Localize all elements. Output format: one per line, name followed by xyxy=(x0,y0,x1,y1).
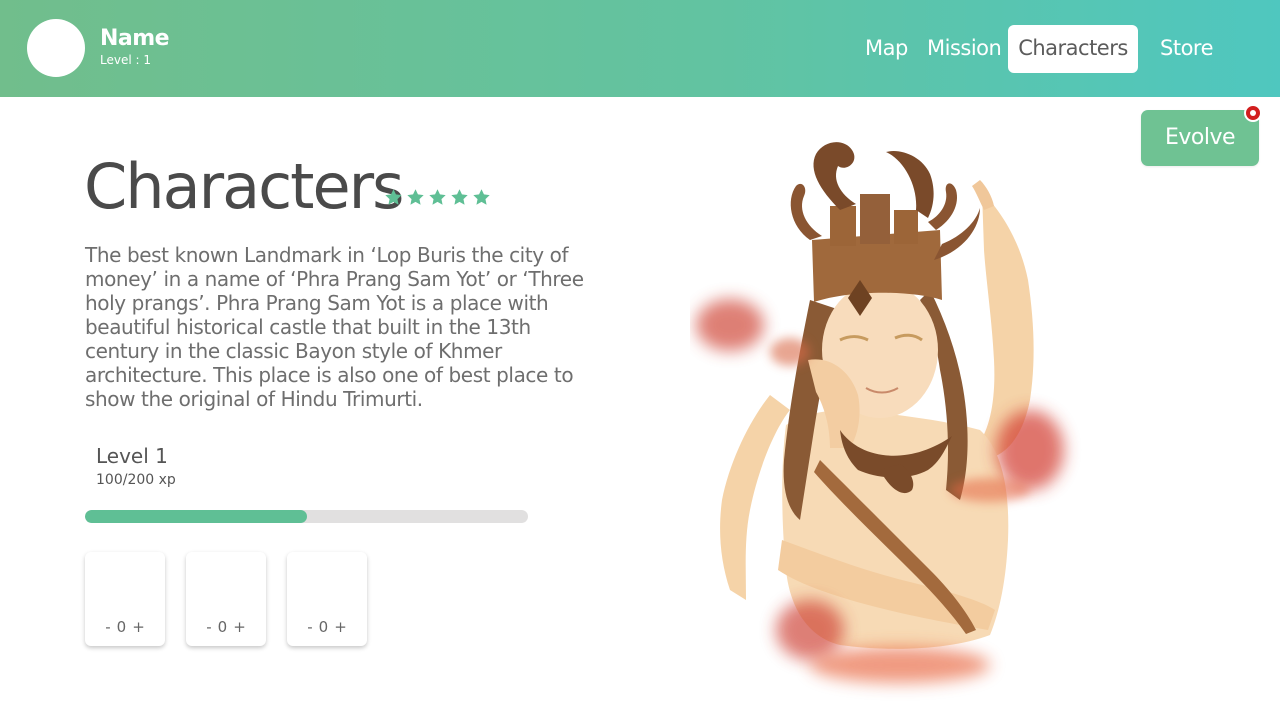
nav-map[interactable]: Map xyxy=(865,25,908,73)
avatar[interactable] xyxy=(27,19,85,77)
stat-card: - 0 + xyxy=(186,552,266,646)
star-icon xyxy=(451,189,468,205)
star-icon xyxy=(407,189,424,205)
top-bar: Name Level : 1 Map Mission Characters St… xyxy=(0,0,1280,97)
stat-stepper: - 0 + xyxy=(186,618,266,636)
notification-dot-icon xyxy=(1244,104,1262,122)
xp-label: 100/200 xp xyxy=(96,472,176,488)
nav-store[interactable]: Store xyxy=(1160,25,1214,73)
increment-button[interactable]: + xyxy=(132,618,145,636)
stat-stepper: - 0 + xyxy=(85,618,165,636)
evolve-button[interactable]: Evolve xyxy=(1141,110,1259,166)
stat-stepper: - 0 + xyxy=(287,618,367,636)
decrement-button[interactable]: - xyxy=(206,618,211,636)
stat-value: 0 xyxy=(116,618,127,636)
stat-card: - 0 + xyxy=(85,552,165,646)
increment-button[interactable]: + xyxy=(334,618,347,636)
character-description: The best known Landmark in ‘Lop Buris th… xyxy=(85,243,584,411)
star-icon xyxy=(385,189,402,205)
decrement-button[interactable]: - xyxy=(307,618,312,636)
level-label: Level 1 xyxy=(96,444,168,468)
star-icon xyxy=(473,189,490,205)
user-name: Name xyxy=(100,26,170,51)
page-title: Characters xyxy=(84,150,404,223)
increment-button[interactable]: + xyxy=(233,618,246,636)
user-level: Level : 1 xyxy=(100,53,151,67)
stat-value: 0 xyxy=(217,618,228,636)
decrement-button[interactable]: - xyxy=(105,618,110,636)
character-illustration xyxy=(696,142,1064,683)
xp-progress-bar xyxy=(85,510,528,523)
nav-characters[interactable]: Characters xyxy=(1008,25,1138,73)
xp-progress-fill xyxy=(85,510,307,523)
stat-value: 0 xyxy=(318,618,329,636)
stat-card: - 0 + xyxy=(287,552,367,646)
star-icon xyxy=(429,189,446,205)
star-rating xyxy=(384,188,491,207)
nav-mission[interactable]: Mission xyxy=(927,25,1002,73)
